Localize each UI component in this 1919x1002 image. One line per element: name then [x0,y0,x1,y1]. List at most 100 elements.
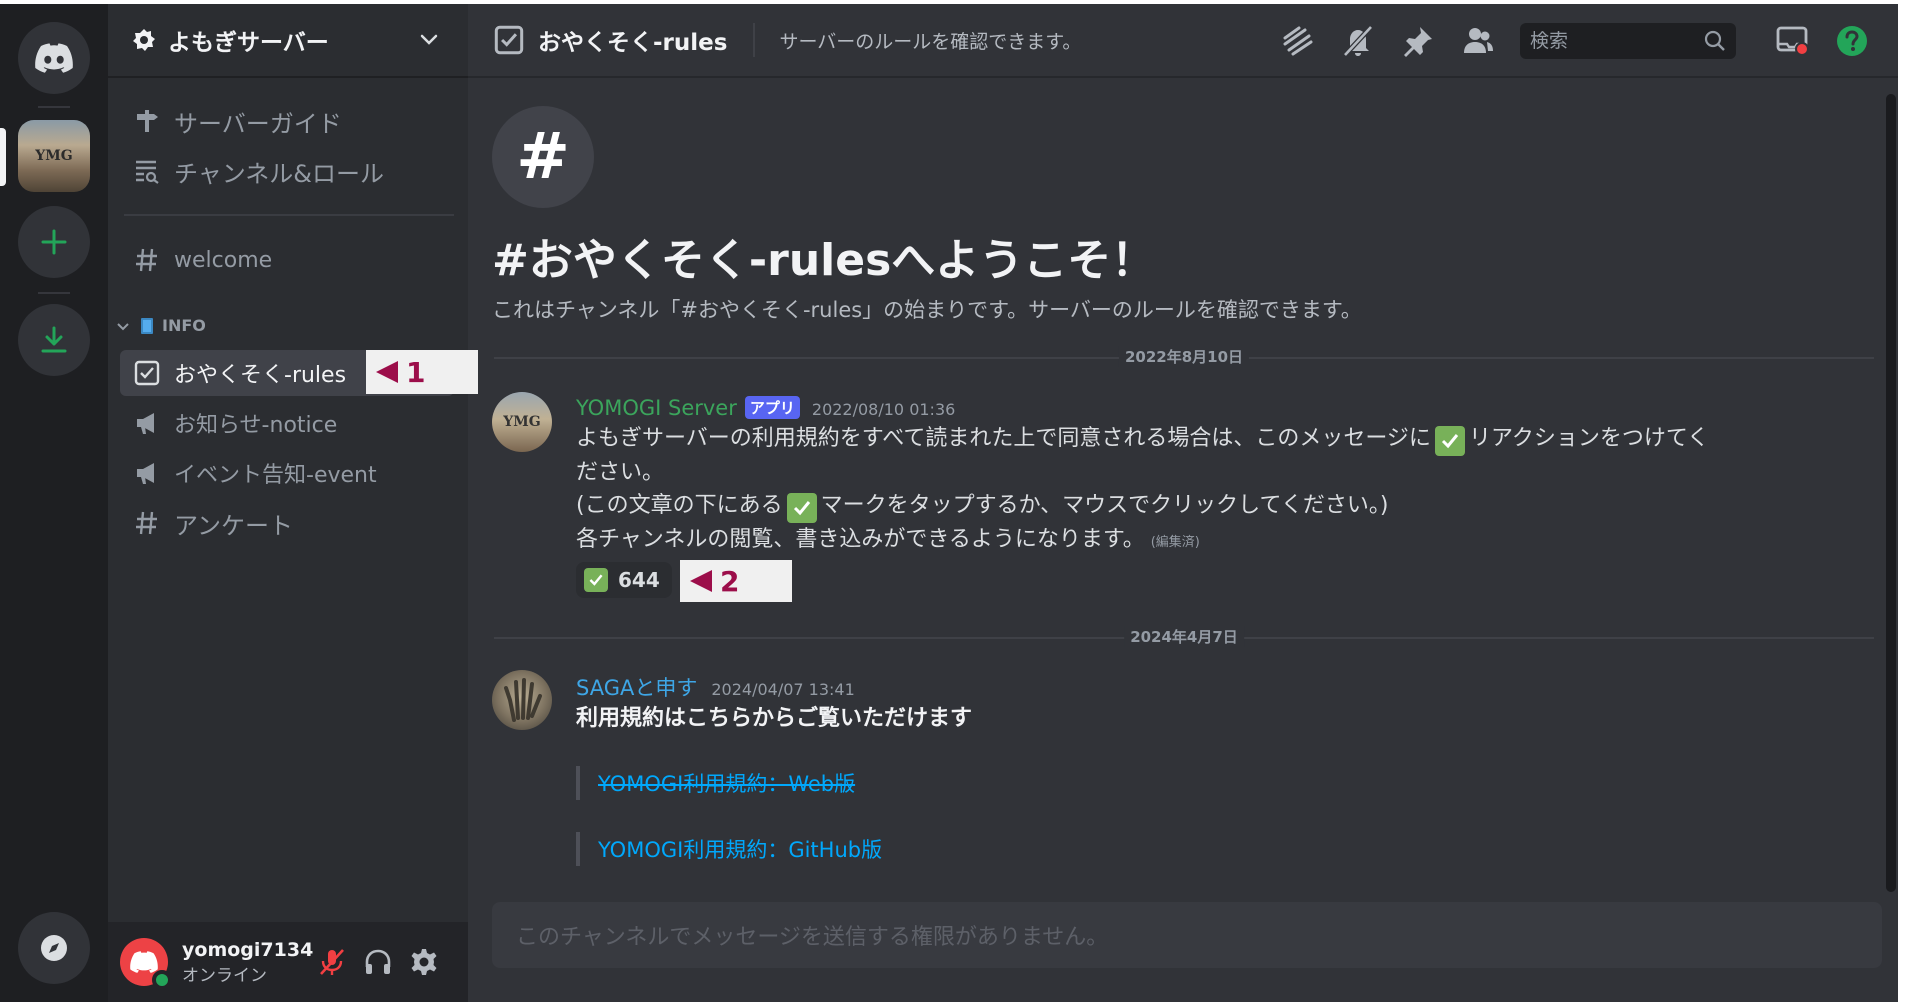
sidebar-item-label: イベント告知-event [174,463,377,488]
server-name: よもぎサーバー [168,30,329,56]
blue-book-icon [141,317,153,334]
sidebar-item-label: welcome [174,247,273,273]
embed-link-web[interactable]: YOMOGI利用規約：Web版 [576,766,1076,800]
category-info[interactable]: INFO [116,316,206,335]
deafen-button[interactable] [358,942,398,982]
list-search-icon [132,156,162,186]
download-apps-button[interactable] [18,304,90,376]
scrollbar-thumb[interactable] [1886,94,1896,892]
help-icon [1837,26,1867,56]
header-toolbar [1278,4,1898,78]
mic-muted-icon [320,949,344,975]
sidebar-divider [124,214,454,216]
inbox-icon [1776,26,1809,56]
user-settings-button[interactable] [404,942,444,982]
message-timestamp: 2024/04/07 13:41 [711,680,855,699]
sidebar-item-server-guide[interactable]: サーバーガイド [120,98,454,144]
channel-welcome-icon: # [492,106,594,208]
text: マークをタップするか、マウスでクリックしてください。) [820,493,1389,518]
rules-checkbox-icon [494,25,524,55]
text: よもぎサーバーの利用規約をすべて読まれた上で同意される場合は、このメッセージに [576,426,1431,451]
rail-separator [38,106,70,108]
threads-button[interactable] [1278,21,1318,61]
server-badge-icon [133,29,155,51]
server-icon-yomogi[interactable]: YMG [18,120,90,192]
hashtag-icon [132,245,162,275]
pinned-messages-button[interactable] [1398,21,1438,61]
sidebar-item-event[interactable]: イベント告知-event [120,450,454,496]
home-button[interactable] [18,22,90,94]
message-content: 利用規約はこちらからご覧いただけます [576,706,973,731]
sidebar-item-label: サーバーガイド [174,109,342,138]
text: 各チャンネルの閲覧、書き込みができるようになります。 [576,527,1145,552]
members-icon [1464,28,1493,53]
annotation-number: 2 [720,564,740,598]
member-list-button[interactable] [1458,21,1498,61]
bell-muted-icon [1343,25,1373,57]
sidebar-item-label: チャンネル&ロール [174,159,384,188]
message-author[interactable]: YOMOGI Server [576,396,737,420]
compass-icon [41,935,67,961]
category-label: INFO [162,316,206,335]
megaphone-icon [132,408,162,438]
channel-title: おやくそく-rules [538,30,728,56]
annotation-marker-1: 1 [366,350,478,394]
sidebar-item-notice[interactable]: お知らせ-notice [120,400,454,446]
plus-icon [41,229,67,255]
header-separator [753,23,756,57]
threads-icon [1283,26,1313,56]
mute-mic-button[interactable] [312,942,352,982]
rules-checkbox-icon [132,358,162,388]
channel-topic[interactable]: サーバーのルールを確認できます。 [779,27,1081,54]
chevron-down-icon [117,322,129,330]
welcome-subtitle: これはチャンネル「#おやくそく-rules」の始まりです。サーバーのルールを確認… [492,298,1362,322]
link-text[interactable]: YOMOGI利用規約：Web版 [598,768,855,798]
sidebar-item-welcome[interactable]: welcome [120,237,454,283]
user-panel: yomogi7134 オンライン [108,922,468,1002]
inbox-button[interactable] [1772,21,1812,61]
pin-icon [1404,27,1432,57]
add-server-button[interactable] [18,206,90,278]
text: (この文章の下にある [576,493,783,518]
arrow-left-icon [376,361,398,383]
channel-header: おやくそく-rules サーバーのルールを確認できます。 [468,4,1898,78]
megaphone-icon [132,458,162,488]
link-text[interactable]: YOMOGI利用規約：GitHub版 [598,834,882,864]
server-thumbnail: YMG [18,120,90,192]
app-badge: アプリ [744,396,800,419]
user-status: オンライン [182,965,267,986]
chevron-down-icon[interactable] [418,28,440,50]
embed-link-github[interactable]: YOMOGI利用規約：GitHub版 [576,832,1076,866]
discord-logo-icon [35,43,73,73]
hashtag-icon [132,508,162,538]
message-header: SAGAと申す 2024/04/07 13:41 [576,672,855,702]
date-label: 2022年8月10日 [1118,346,1250,367]
date-divider: 2024年4月7日 [494,626,1874,647]
user-info[interactable]: yomogi7134 オンライン [182,939,313,986]
search-box [1520,23,1760,59]
sidebar-item-label: アンケート [174,511,294,540]
message-author[interactable]: SAGAと申す [576,672,697,702]
sidebar-item-label: おやくそく-rules [174,363,347,388]
selected-indicator [0,128,6,186]
avatar[interactable]: YMG [492,392,552,452]
date-label: 2024年4月7日 [1124,626,1244,647]
notification-settings-button[interactable] [1338,21,1378,61]
avatar[interactable] [492,670,552,730]
message-timestamp: 2022/08/10 01:36 [811,400,956,419]
server-header[interactable]: よもぎサーバー [108,4,468,78]
gear-icon [411,949,437,975]
signpost-icon [132,106,162,136]
sidebar-item-survey[interactable]: アンケート [120,500,454,546]
discord-logo-icon [130,951,158,973]
scrollbar-track[interactable] [1886,94,1896,892]
sidebar-item-channels-roles[interactable]: チャンネル&ロール [120,148,454,194]
avatar[interactable] [120,938,172,990]
reaction-check[interactable]: 644 [576,562,672,598]
annotation-marker-2: 2 [680,560,792,602]
hashtag-icon: # [516,120,570,194]
message-line: (この文章の下にある マークをタップするか、マウスでクリックしてください。) [576,489,1876,523]
help-button[interactable] [1832,21,1872,61]
explore-button[interactable] [18,912,90,984]
message-line: ださい。 [576,460,665,485]
